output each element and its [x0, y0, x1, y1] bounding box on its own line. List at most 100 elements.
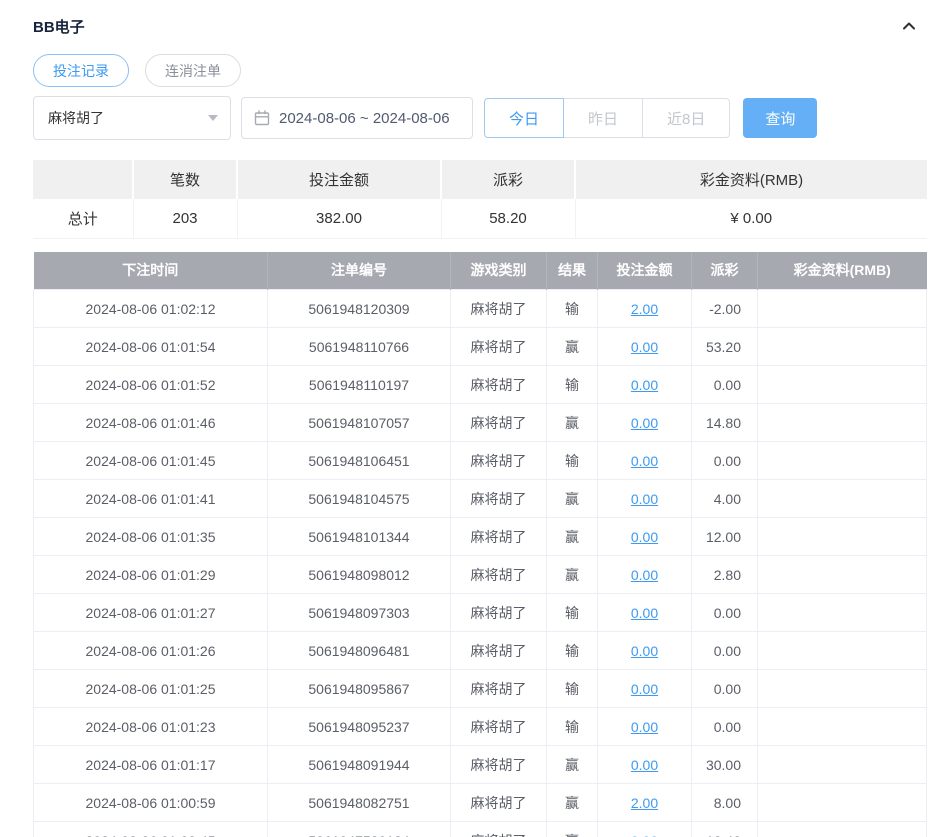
cell-amount: 0.00: [597, 745, 692, 784]
cell-amount: 0.00: [597, 593, 692, 632]
cell-jackpot: [757, 555, 927, 594]
bet-amount-link[interactable]: 0.00: [631, 833, 658, 837]
cell-bet-no: 5061948091944: [267, 745, 451, 784]
cell-payout: 0.00: [691, 365, 758, 404]
cell-result: 赢: [546, 327, 598, 366]
cell-time: 2024-08-06 01:01:17: [33, 745, 268, 784]
cell-time: 2024-08-06 01:01:27: [33, 593, 268, 632]
cell-game: 麻将胡了: [450, 441, 547, 480]
summary-count: 203: [133, 199, 238, 239]
bet-amount-link[interactable]: 2.00: [631, 795, 658, 811]
date-range-input[interactable]: 2024-08-06 ~ 2024-08-06: [241, 97, 473, 139]
records-table: 下注时间 注单编号 游戏类别 结果 投注金额 派彩 彩金资料(RMB) 2024-08-06…: [33, 251, 927, 837]
cell-bet-no: 5061948107057: [267, 403, 451, 442]
records-header-row: 下注时间 注单编号 游戏类别 结果 投注金额 派彩 彩金资料(RMB): [33, 251, 927, 290]
cell-result: 赢: [546, 517, 598, 556]
cell-jackpot: [757, 441, 927, 480]
table-row: 2024-08-06 01:01:41 5061948104575 麻将胡了赢 0.0…: [33, 479, 927, 518]
cell-jackpot: [757, 403, 927, 442]
cell-payout: 0.00: [691, 669, 758, 708]
cell-time: 2024-08-06 01:01:41: [33, 479, 268, 518]
collapse-panel-button[interactable]: [901, 18, 917, 34]
summary-header-row: 笔数 投注金额 派彩 彩金资料(RMB): [33, 160, 927, 199]
cell-result: 赢: [546, 821, 598, 837]
cell-bet-no: 5061948106451: [267, 441, 451, 480]
cell-time: 2024-08-06 01:01:54: [33, 327, 268, 366]
cell-result: 赢: [546, 783, 598, 822]
cell-result: 输: [546, 707, 598, 746]
cell-time: 2024-08-06 01:01:45: [33, 441, 268, 480]
cell-amount: 0.00: [597, 821, 692, 837]
bet-amount-link[interactable]: 0.00: [631, 491, 658, 507]
cell-game: 麻将胡了: [450, 593, 547, 632]
tabs: 投注记录 连消注单: [33, 54, 927, 87]
cell-bet-no: 5061948097303: [267, 593, 451, 632]
date-range-value: 2024-08-06 ~ 2024-08-06: [279, 109, 450, 127]
table-row: 2024-08-06 01:01:46 5061948107057 麻将胡了赢 0.0…: [33, 403, 927, 442]
records-column-header: 结果: [546, 251, 598, 290]
cell-bet-no: 5061948104575: [267, 479, 451, 518]
cell-amount: 0.00: [597, 555, 692, 594]
cell-amount: 0.00: [597, 403, 692, 442]
cell-time: 2024-08-06 01:01:29: [33, 555, 268, 594]
quick-filter-yesterday[interactable]: 昨日: [564, 98, 644, 138]
bet-amount-link[interactable]: 0.00: [631, 681, 658, 697]
cell-time: 2024-08-06 01:02:12: [33, 289, 268, 328]
bet-amount-link[interactable]: 0.00: [631, 339, 658, 355]
summary-total-label: 总计: [33, 199, 134, 239]
table-row: 2024-08-06 01:01:25 5061948095867 麻将胡了输 0.0…: [33, 669, 927, 708]
bet-amount-link[interactable]: 0.00: [631, 377, 658, 393]
table-row: 2024-08-06 01:01:45 5061948106451 麻将胡了输 0.0…: [33, 441, 927, 480]
quick-filter-today[interactable]: 今日: [484, 98, 565, 138]
bet-amount-link[interactable]: 0.00: [631, 453, 658, 469]
summary-header-count: 笔数: [133, 160, 238, 199]
cell-bet-no: 5061948110766: [267, 327, 451, 366]
table-row: 2024-08-06 01:01:52 5061948110197 麻将胡了输 0.0…: [33, 365, 927, 404]
cell-payout: 0.00: [691, 593, 758, 632]
game-select[interactable]: 麻将胡了: [33, 96, 231, 140]
bet-records-panel: BB电子 投注记录 连消注单 麻将胡了 2024-08-06 ~ 2024-08…: [0, 0, 936, 837]
tab-bet-records[interactable]: 投注记录: [33, 54, 129, 87]
cell-time: 2024-08-06 01:01:23: [33, 707, 268, 746]
search-button[interactable]: 查询: [743, 98, 818, 138]
bet-amount-link[interactable]: 0.00: [631, 529, 658, 545]
cell-time: 2024-08-06 01:01:35: [33, 517, 268, 556]
cell-time: 2024-08-06 01:01:26: [33, 631, 268, 670]
summary-bet-amount: 382.00: [237, 199, 442, 239]
cell-jackpot: [757, 707, 927, 746]
cell-payout: 53.20: [691, 327, 758, 366]
quick-filter-last8days[interactable]: 近8日: [643, 98, 731, 138]
bet-amount-link[interactable]: 0.00: [631, 757, 658, 773]
cell-bet-no: 5061948082751: [267, 783, 451, 822]
table-row: 2024-08-06 01:01:54 5061948110766 麻将胡了赢 0.0…: [33, 327, 927, 366]
bet-amount-link[interactable]: 0.00: [631, 643, 658, 659]
cell-bet-no: 5061948098012: [267, 555, 451, 594]
records-column-header: 下注时间: [33, 251, 268, 290]
cell-jackpot: [757, 517, 927, 556]
table-row: 2024-08-06 01:01:29 5061948098012 麻将胡了赢 0.0…: [33, 555, 927, 594]
cell-result: 输: [546, 669, 598, 708]
cell-bet-no: 5061948096481: [267, 631, 451, 670]
table-row: 2024-08-06 01:01:17 5061948091944 麻将胡了赢 0.0…: [33, 745, 927, 784]
cell-jackpot: [757, 289, 927, 328]
cell-game: 麻将胡了: [450, 669, 547, 708]
bet-amount-link[interactable]: 0.00: [631, 567, 658, 583]
bet-amount-link[interactable]: 0.00: [631, 415, 658, 431]
tab-cancelled-orders[interactable]: 连消注单: [145, 54, 241, 87]
bet-amount-link[interactable]: 0.00: [631, 605, 658, 621]
cell-jackpot: [757, 783, 927, 822]
bet-amount-link[interactable]: 0.00: [631, 719, 658, 735]
filter-bar: 麻将胡了 2024-08-06 ~ 2024-08-06 今日 昨日 近8日 查…: [33, 96, 927, 140]
cell-game: 麻将胡了: [450, 327, 547, 366]
cell-bet-no: 5061948110197: [267, 365, 451, 404]
cell-payout: 12.00: [691, 517, 758, 556]
cell-result: 输: [546, 365, 598, 404]
cell-jackpot: [757, 479, 927, 518]
cell-jackpot: [757, 745, 927, 784]
cell-bet-no: 5061948095867: [267, 669, 451, 708]
cell-game: 麻将胡了: [450, 365, 547, 404]
summary-payout: 58.20: [441, 199, 576, 239]
bet-amount-link[interactable]: 2.00: [631, 301, 658, 317]
summary-jackpot: ¥ 0.00: [575, 199, 927, 239]
quick-date-buttons: 今日 昨日 近8日: [484, 98, 731, 138]
